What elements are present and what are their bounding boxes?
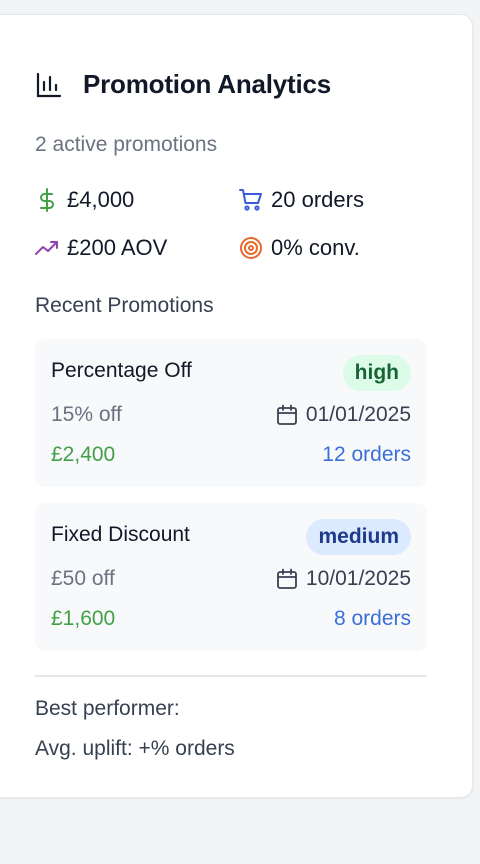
stat-orders: 20 orders xyxy=(239,187,364,213)
promotion-orders: 12 orders xyxy=(322,443,411,466)
priority-badge: medium xyxy=(306,519,411,555)
promotion-revenue: £1,600 xyxy=(51,607,116,630)
dollar-icon xyxy=(35,188,59,212)
promotion-name: Percentage Off xyxy=(51,359,192,382)
promotion-date-text: 10/01/2025 xyxy=(305,567,411,590)
active-promotions-count: 2 active promotions xyxy=(35,133,218,156)
promotion-date: 01/01/2025 xyxy=(276,403,411,427)
divider xyxy=(35,675,427,677)
stat-orders-value: 20 orders xyxy=(271,187,364,212)
promotion-date: 10/01/2025 xyxy=(276,567,411,591)
best-performer-label: Best performer: xyxy=(35,697,180,720)
avg-uplift-value: +% orders xyxy=(138,737,235,760)
promotion-discount: £50 off xyxy=(51,567,115,590)
cart-icon xyxy=(239,188,263,212)
bar-chart-icon xyxy=(35,70,65,100)
avg-uplift: Avg. uplift: +% orders xyxy=(35,737,235,761)
avg-uplift-label: Avg. uplift: xyxy=(35,737,133,760)
stat-aov: £200 AOV xyxy=(35,235,167,261)
stat-conversion: 0% conv. xyxy=(239,235,360,261)
stat-aov-value: £200 AOV xyxy=(67,235,168,260)
card-header: Promotion Analytics xyxy=(35,69,331,100)
page-title: Promotion Analytics xyxy=(83,69,332,99)
promotion-date-text: 01/01/2025 xyxy=(305,403,411,426)
promotion-name: Fixed Discount xyxy=(51,523,190,546)
promotion-orders: 8 orders xyxy=(333,607,411,630)
promotion-revenue: £2,400 xyxy=(51,443,116,466)
recent-promotions-heading: Recent Promotions xyxy=(35,294,214,317)
stat-revenue-value: £4,000 xyxy=(67,187,135,212)
stat-conversion-value: 0% conv. xyxy=(271,235,360,260)
target-icon xyxy=(239,236,263,260)
promotion-card-fixed-discount[interactable]: Fixed Discount medium £50 off 10/01/2025… xyxy=(35,503,427,651)
calendar-icon xyxy=(276,404,298,426)
calendar-icon xyxy=(276,568,298,590)
priority-badge: high xyxy=(342,355,411,391)
promotion-analytics-card: Promotion Analytics 2 active promotions … xyxy=(0,14,473,798)
stat-revenue: £4,000 xyxy=(35,187,134,213)
promotion-card-percentage-off[interactable]: Percentage Off high 15% off 01/01/2025 £… xyxy=(35,339,427,487)
trending-up-icon xyxy=(35,236,59,260)
promotion-discount: 15% off xyxy=(51,403,122,426)
